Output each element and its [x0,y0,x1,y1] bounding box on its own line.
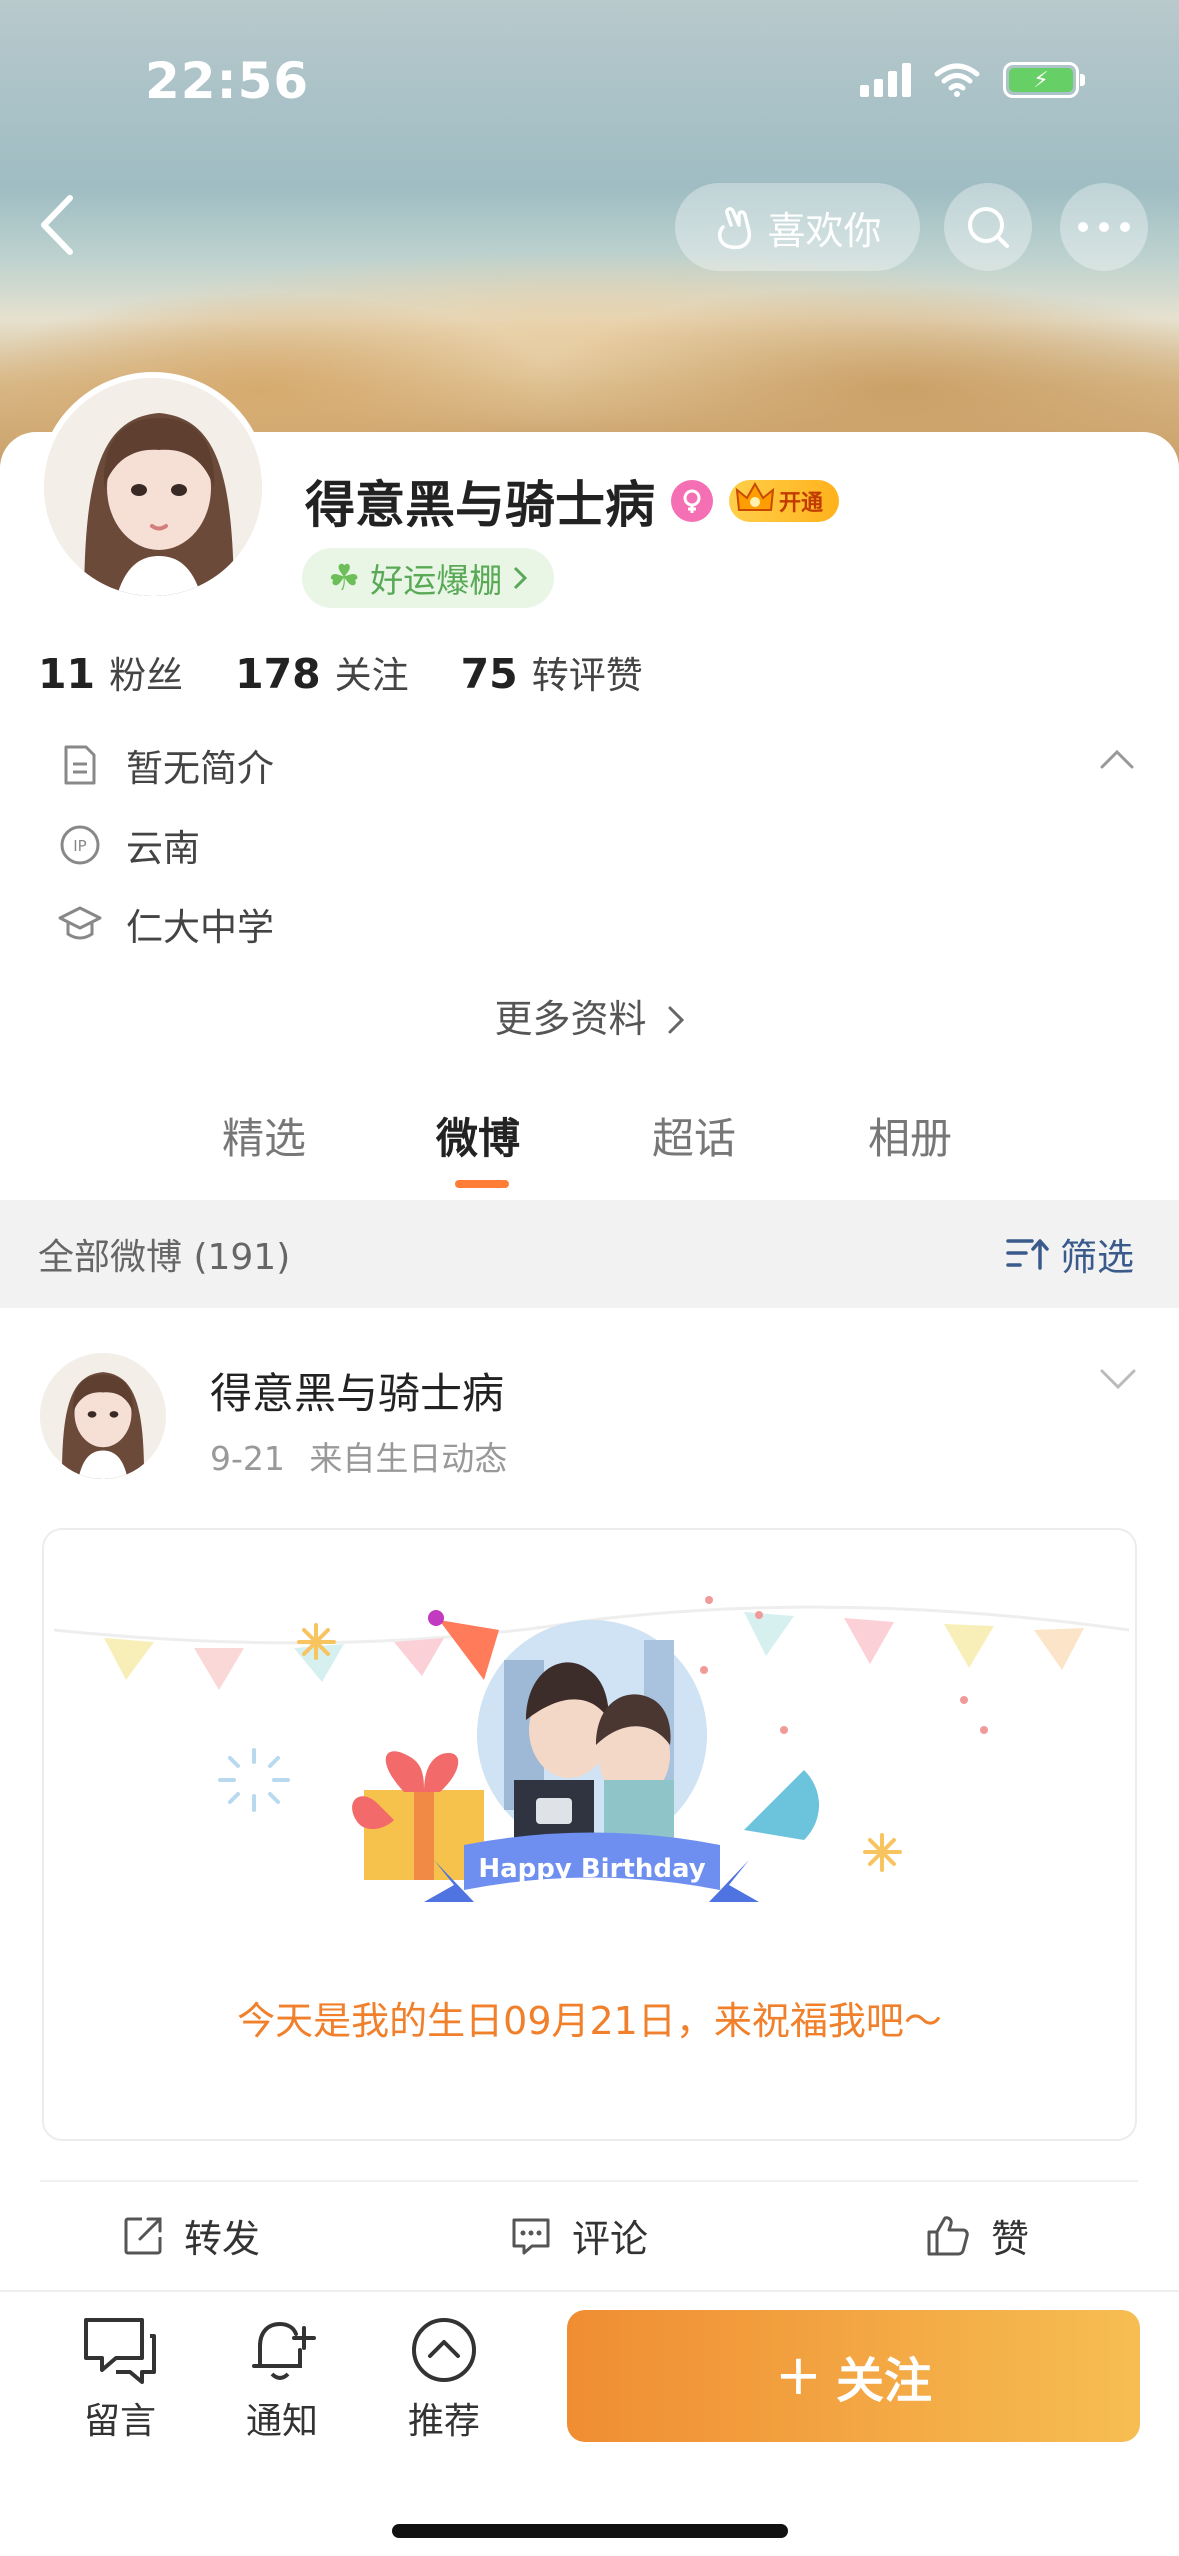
plus-icon: + [775,2343,822,2408]
follow-label: 关注 [835,2353,932,2409]
recommend-button[interactable]: 推荐 [384,2314,504,2444]
document-icon [58,743,102,787]
home-indicator [392,2524,788,2538]
bio-text: 暂无简介 [126,747,274,790]
vip-open-badge[interactable]: 开通 [729,480,840,522]
status-icons: ⚡ [860,62,1085,98]
more-icon [1078,222,1130,232]
battery-icon: ⚡ [1003,62,1085,98]
chevron-right-icon [514,566,528,590]
bottom-action-bar: 留言 通知 推荐 + 关注 [0,2290,1179,2556]
filter-button[interactable]: 筛选 [1006,1227,1134,1281]
more-info-link[interactable]: 更多资料 [0,988,1179,1043]
filter-bar: 全部微博 (191) 筛选 [0,1200,1179,1308]
stat-following[interactable]: 178 关注 [235,645,409,699]
stat-following-label: 关注 [334,654,409,697]
stat-following-count: 178 [235,650,321,698]
notify-button[interactable]: 通知 [222,2314,342,2444]
graduation-cap-icon [58,902,102,946]
clover-icon: ☘ [328,557,361,599]
filter-label: 筛选 [1060,1236,1134,1279]
more-button[interactable] [1060,183,1148,271]
like-you-button[interactable]: 喜欢你 [675,183,920,271]
profile-name: 得意黑与骑士病 [305,476,655,534]
school-row: 仁大中学 [58,897,274,951]
ip-icon: IP [58,823,102,867]
repost-button[interactable]: 转发 [122,2208,260,2263]
female-icon [671,480,713,522]
like-label: 赞 [991,2217,1030,2261]
svg-text:IP: IP [73,837,86,855]
back-button[interactable] [28,190,88,260]
school-text: 仁大中学 [126,906,274,949]
tab-featured[interactable]: 精选 [222,1105,306,1166]
heart-gesture-icon [718,207,752,250]
birthday-card[interactable]: Happy Birthday 今天是我的生日09月21日，来祝福我吧～ [42,1528,1137,2141]
repost-icon [124,2217,162,2254]
birthday-illustration: Happy Birthday [53,1596,1130,1902]
vip-open-label: 开通 [779,491,824,516]
profile-name-row: 得意黑与骑士病 开通 [305,465,840,537]
message-icon [84,2318,156,2384]
message-button[interactable]: 留言 [60,2314,180,2444]
bell-plus-icon [252,2321,316,2380]
tab-super-topic[interactable]: 超话 [652,1105,736,1166]
chevron-down-icon[interactable] [1099,1368,1137,1390]
stat-fans-label: 粉丝 [109,654,184,697]
post-avatar[interactable] [40,1353,166,1479]
profile-stats: 11 粉丝 178 关注 75 转评赞 [38,645,695,699]
signal-icon [860,63,911,97]
post-author-name[interactable]: 得意黑与骑士病 [210,1360,504,1421]
chevron-circle-up-icon [412,2318,476,2382]
ip-location-text: 云南 [126,827,200,870]
chevron-up-icon[interactable] [1099,748,1135,770]
stat-fans-count: 11 [38,650,96,698]
post-meta: 9-21 来自生日动态 [210,1432,507,1480]
repost-label: 转发 [184,2217,261,2261]
more-info-label: 更多资料 [494,997,647,1041]
comment-icon [512,2218,550,2254]
birthday-banner-text: Happy Birthday [478,1854,705,1884]
bio-row: 暂无简介 [58,738,274,792]
search-button[interactable] [944,183,1032,271]
post-source: 来自生日动态 [309,1439,508,1478]
like-button[interactable]: 赞 [925,2208,1029,2263]
stat-fans[interactable]: 11 粉丝 [38,645,183,699]
avatar[interactable] [38,372,268,602]
stat-interactions[interactable]: 75 转评赞 [461,645,643,699]
recommend-label: 推荐 [407,2401,480,2442]
status-time: 22:56 [145,52,310,110]
all-posts-count: 全部微博 (191) [38,1237,291,1278]
tab-album[interactable]: 相册 [868,1105,952,1166]
ip-location-row: IP 云南 [58,818,200,872]
luck-badge[interactable]: ☘ 好运爆棚 [302,548,555,608]
birthday-message: 今天是我的生日09月21日，来祝福我吧～ [237,1999,942,2043]
stat-interactions-label: 转评赞 [531,654,643,697]
notify-label: 通知 [245,2401,318,2442]
luck-label: 好运爆棚 [370,561,503,600]
chevron-right-icon [668,1006,684,1034]
post-actions: 转发 评论 赞 [40,2180,1138,2290]
like-you-label: 喜欢你 [767,208,882,253]
thumbs-up-icon [927,2215,969,2255]
profile-tabs: 精选 微博 超话 相册 [0,1105,1179,1185]
comment-button[interactable]: 评论 [510,2208,648,2263]
post-date: 9-21 [210,1439,285,1478]
wifi-icon [934,63,980,97]
crown-icon [735,481,775,511]
follow-button[interactable]: + 关注 [567,2310,1140,2442]
active-tab-indicator [455,1180,509,1188]
search-icon [968,207,1009,248]
message-label: 留言 [83,2401,156,2442]
stat-interactions-count: 75 [460,650,518,698]
comment-label: 评论 [572,2217,649,2261]
filter-icon [1006,1239,1049,1270]
tab-weibo[interactable]: 微博 [436,1105,520,1166]
